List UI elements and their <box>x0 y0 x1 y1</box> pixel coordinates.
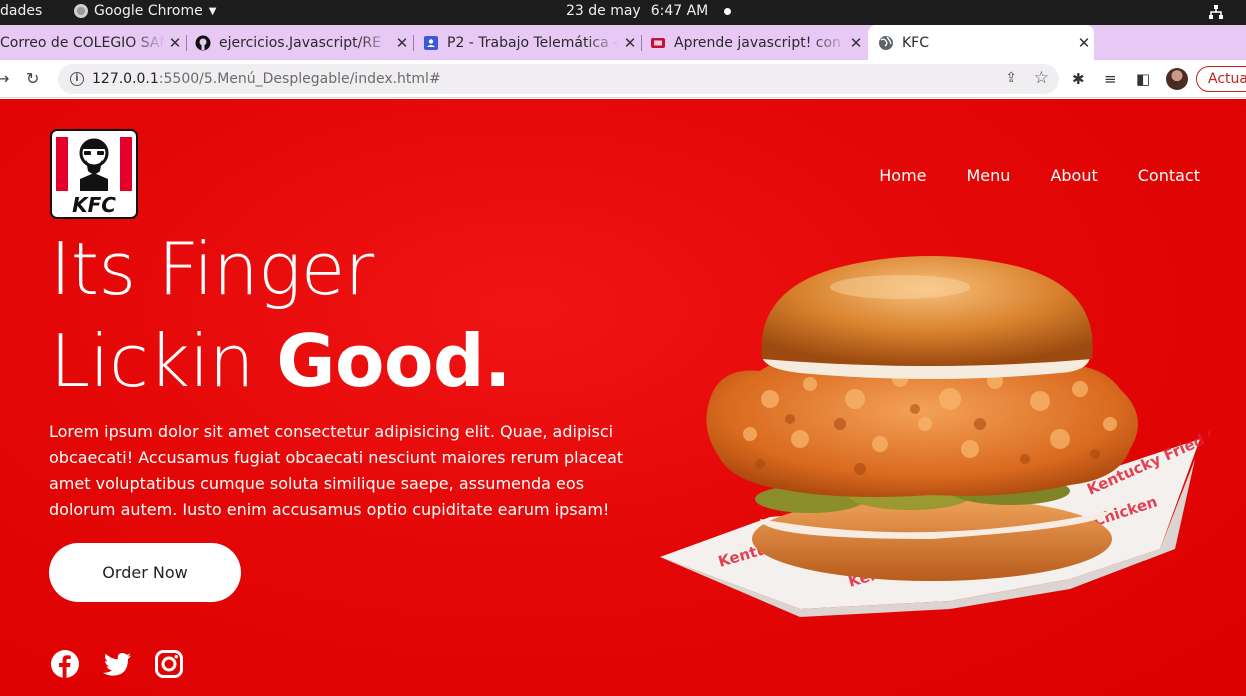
tab-title: Aprende javascript! con <box>674 34 841 51</box>
tab-title: Correo de COLEGIO SAN <box>0 34 165 51</box>
network-icon[interactable] <box>1208 4 1224 20</box>
tab-kfc[interactable]: KFC ✕ <box>868 25 1094 60</box>
tab-aprende-javascript[interactable]: Aprende javascript! con ✕ <box>650 25 866 60</box>
clock-date: 23 de may <box>566 3 641 19</box>
headline-line1: Its Finger <box>50 227 374 311</box>
ticket-icon <box>651 37 665 48</box>
system-top-bar: dades Google Chrome ▼ 23 de may 6:47 AM <box>0 0 1246 25</box>
chicken-sandwich-image: Kentucky Fried Chicken Kentucky Fried Ch… <box>660 256 1210 617</box>
headline-line2-bold: Good. <box>276 319 511 403</box>
bookmark-star-icon[interactable]: ☆ <box>1034 68 1049 88</box>
hero-description: Lorem ipsum dolor sit amet consectetur a… <box>49 422 624 519</box>
github-icon <box>195 35 211 50</box>
social-links <box>50 649 184 679</box>
close-icon[interactable]: ✕ <box>392 34 412 52</box>
notification-dot-icon <box>724 7 732 15</box>
nav-about[interactable]: About <box>1050 166 1097 185</box>
caret-down-icon: ▼ <box>208 5 217 17</box>
reload-icon[interactable]: ↻ <box>26 69 39 88</box>
activities-button[interactable]: dades <box>0 3 42 19</box>
close-icon[interactable]: ✕ <box>846 34 866 52</box>
tab-separator <box>413 35 414 51</box>
tab-github[interactable]: ejercicios.Javascript/RE ✕ <box>195 25 412 60</box>
address-bar[interactable]: i 127.0.0.1:5500/5.Menú_Desplegable/inde… <box>58 64 1059 94</box>
nav-home[interactable]: Home <box>879 166 926 185</box>
update-button[interactable]: Actua <box>1196 66 1246 92</box>
classroom-icon <box>424 35 438 50</box>
share-icon[interactable]: ⇪ <box>1005 70 1017 86</box>
tab-title: P2 - Trabajo Telemática - <box>447 34 619 51</box>
facebook-icon[interactable] <box>50 649 80 679</box>
clock-time: 6:47 AM <box>650 3 709 19</box>
app-menu-label: Google Chrome <box>94 3 203 19</box>
order-now-button[interactable]: Order Now <box>49 543 241 602</box>
kfc-logo[interactable]: KFC <box>50 129 138 219</box>
tab-strip: Correo de COLEGIO SAN ✕ ejercicios.Javas… <box>0 25 1246 79</box>
close-icon[interactable]: ✕ <box>1074 34 1094 52</box>
url-path: :5500/5.Menú_Desplegable/index.html# <box>158 71 441 87</box>
close-icon[interactable]: ✕ <box>165 34 185 52</box>
tab-correo[interactable]: Correo de COLEGIO SAN ✕ <box>0 25 185 60</box>
nav-menu[interactable]: Menu <box>967 166 1011 185</box>
clock[interactable]: 23 de may 6:47 AM <box>566 3 732 19</box>
app-menu[interactable]: Google Chrome ▼ <box>74 3 216 19</box>
hero-headline: Its Finger Lickin Good. <box>50 223 511 407</box>
tab-title: KFC <box>902 34 930 51</box>
close-icon[interactable]: ✕ <box>620 34 640 52</box>
url-host: 127.0.0.1 <box>92 71 159 87</box>
chrome-icon <box>74 4 88 18</box>
tab-title: ejercicios.Javascript/RE <box>219 34 381 51</box>
headline-line2-light: Lickin <box>50 319 277 403</box>
nav-contact[interactable]: Contact <box>1138 166 1200 185</box>
tab-p2-trabajo[interactable]: P2 - Trabajo Telemática - ✕ <box>423 25 640 60</box>
twitter-icon[interactable] <box>102 649 132 679</box>
browser-toolbar: → ↻ i 127.0.0.1:5500/5.Menú_Desplegable/… <box>0 60 1246 98</box>
globe-icon <box>879 35 893 50</box>
main-nav: Home Menu About Contact <box>879 166 1200 185</box>
forward-arrow-icon[interactable]: → <box>0 69 9 88</box>
tab-separator <box>641 35 642 51</box>
media-control-icon[interactable]: ≡ <box>1104 70 1117 88</box>
kfc-landing-page: KFC Home Menu About Contact Its Finger L… <box>0 99 1246 696</box>
tab-separator <box>186 35 187 51</box>
instagram-icon[interactable] <box>154 649 184 679</box>
site-info-icon[interactable]: i <box>70 72 84 86</box>
url-text[interactable]: 127.0.0.1:5500/5.Menú_Desplegable/index.… <box>92 71 441 87</box>
side-panel-icon[interactable]: ◧ <box>1136 70 1150 88</box>
profile-avatar[interactable] <box>1166 68 1188 90</box>
logo-text: KFC <box>72 193 116 217</box>
extensions-puzzle-icon[interactable]: ✱ <box>1072 70 1085 88</box>
